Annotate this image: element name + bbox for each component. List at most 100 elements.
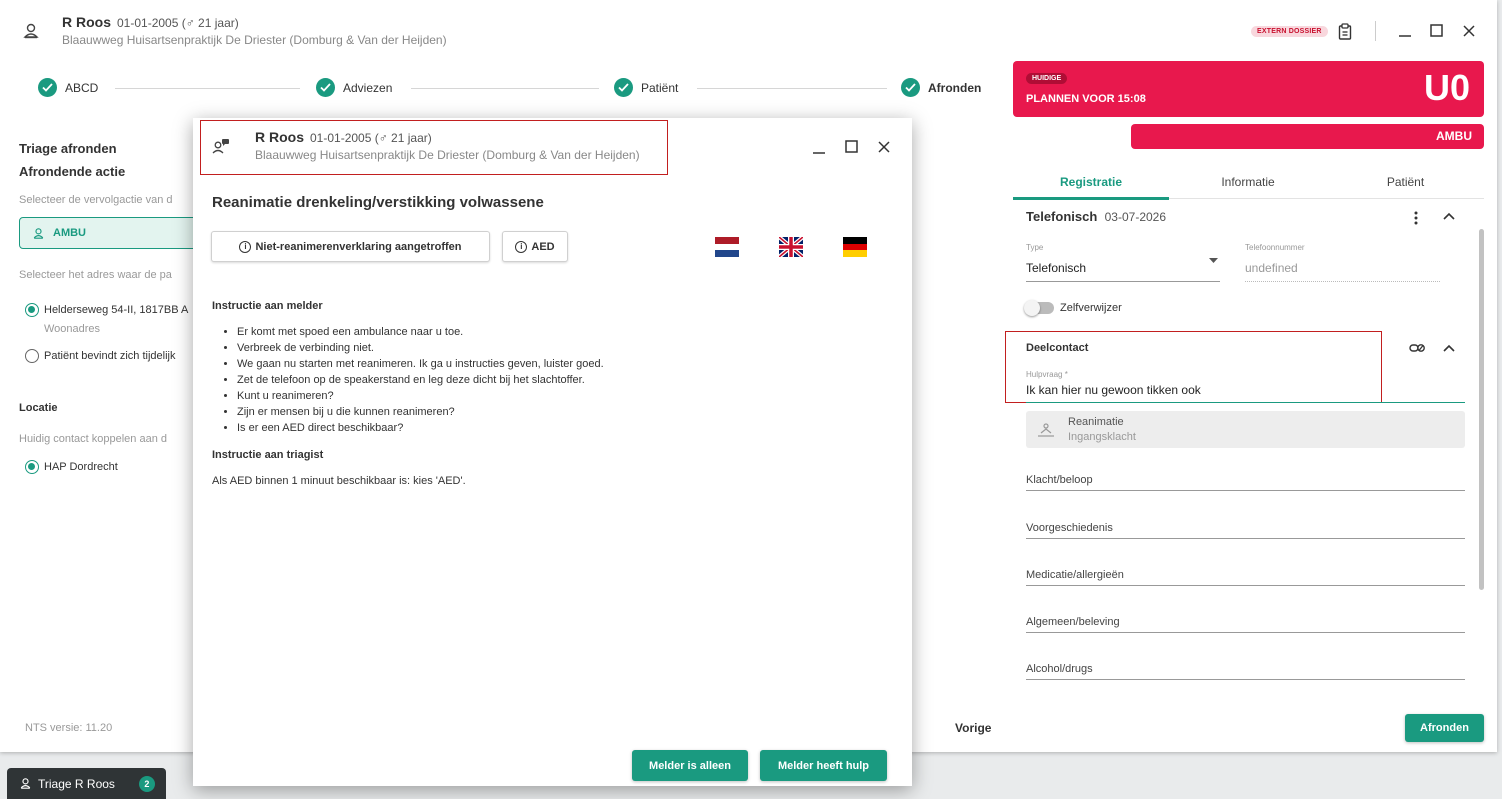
list-item: Zet de telefoon op de speakerstand en le… [237,372,604,388]
location-label: HAP Dordrecht [44,461,118,473]
dialog-minimize-icon[interactable] [812,141,826,155]
dialog-maximize-icon[interactable] [845,140,859,154]
klacht-field[interactable]: Klacht/beloop [1026,474,1093,486]
patient-icon [22,22,40,40]
flag-nl-icon[interactable] [715,237,739,257]
radio-selected[interactable] [25,460,39,474]
field-underline [1026,585,1465,586]
maximize-icon[interactable] [1430,24,1444,38]
extern-dossier-badge[interactable]: EXTERN DOSSIER [1251,26,1328,37]
step-connector [697,88,887,89]
complaint-chip[interactable]: Reanimatie Ingangsklacht [1026,411,1465,448]
followup-hint: Selecteer de vervolgactie van d [19,194,173,206]
address-radio-home[interactable]: Helderseweg 54-II, 1817BB A [25,303,188,317]
minimize-icon[interactable] [1398,24,1412,38]
flag-de-icon[interactable] [843,237,867,257]
list-item: Er komt met spoed een ambulance naar u t… [237,324,604,340]
step-label: ABCD [65,80,99,95]
patient-dob: 01-01-2005 (♂ 21 jaar) [117,16,239,30]
step-connector [411,88,599,89]
check-icon [316,78,335,97]
list-item: We gaan nu starten met reanimeren. Ik ga… [237,356,604,372]
algemeen-field[interactable]: Algemeen/beleving [1026,616,1120,628]
person-icon [20,778,31,789]
info-icon: i [515,240,528,253]
location-title: Locatie [19,402,58,414]
medicatie-field[interactable]: Medicatie/allergieën [1026,569,1124,581]
field-underline [1026,490,1465,491]
voorgeschiedenis-field[interactable]: Voorgeschiedenis [1026,522,1113,534]
list-item: Verbreek de verbinding niet. [237,340,604,356]
phone-input[interactable]: undefined [1245,261,1298,275]
scrollbar-thumb[interactable] [1479,229,1484,590]
patient-chat-icon [212,138,230,154]
previous-button[interactable]: Vorige [955,721,991,735]
check-icon [38,78,57,97]
reanimation-icon [1037,423,1055,437]
type-label: Type [1026,243,1044,252]
version-text: NTS versie: 11.20 [25,722,113,734]
dialog-close-icon[interactable] [878,141,890,153]
alcohol-field[interactable]: Alcohol/drugs [1026,663,1093,675]
urgency-banner: HUIDIGE PLANNEN VOOR 15:08 U0 [1013,61,1484,117]
hulpvraag-underline [1026,402,1465,403]
melder-alone-button[interactable]: Melder is alleen [632,750,748,781]
type-select[interactable]: Telefonisch [1026,261,1086,275]
melder-list: Er komt met spoed een ambulance naar u t… [223,324,604,436]
field-underline [1026,679,1465,680]
address-label: Helderseweg 54-II, 1817BB A [44,304,189,316]
triagist-text: Als AED binnen 1 minuut beschikbaar is: … [212,475,466,487]
more-vert-icon[interactable] [1413,211,1419,225]
ambu-option-label: AMBU [53,227,86,239]
left-subtitle: Afrondende actie [19,164,126,179]
dialog-patient-dob: 01-01-2005 (♂ 21 jaar) [310,131,432,145]
ambu-option[interactable]: AMBU [19,217,199,249]
tab-patient[interactable]: Patiënt [1327,175,1484,189]
info-icon: i [239,240,252,253]
chevron-up-icon[interactable] [1443,212,1455,220]
patient-header: R Roos 01-01-2005 (♂ 21 jaar) [62,14,239,30]
taskbar-triage-tab[interactable]: Triage R Roos 2 [7,768,166,799]
address-radio-temp[interactable]: Patiënt bevindt zich tijdelijk [25,349,175,363]
check-icon [614,78,633,97]
urgency-code: U0 [1423,67,1470,108]
dnr-button[interactable]: i Niet-reanimerenverklaring aangetroffen [211,231,490,262]
address-sub: Woonadres [44,323,101,335]
dialog-practice: Blaauwweg Huisartsenpraktijk De Driester… [255,148,640,162]
location-radio[interactable]: HAP Dordrecht [25,460,118,474]
step-label: Afronden [928,80,982,95]
phone-label: Telefoonnummer [1245,243,1305,252]
tab-registratie[interactable]: Registratie [1013,175,1169,189]
deelcontact-title: Deelcontact [1026,342,1089,354]
list-item: Is er een AED direct beschikbaar? [237,420,604,436]
tab-informatie[interactable]: Informatie [1169,175,1327,189]
dnr-button-label: Niet-reanimerenverklaring aangetroffen [255,240,462,253]
close-icon[interactable] [1462,24,1476,38]
temp-label: Patiënt bevindt zich tijdelijk [44,350,176,362]
flag-uk-icon[interactable] [779,237,803,257]
self-referrer-label: Zelfverwijzer [1060,302,1122,314]
toggle-track[interactable] [1024,300,1054,316]
chevron-up-icon[interactable] [1443,344,1455,352]
aed-button[interactable]: i AED [502,231,568,262]
address-hint: Selecteer het adres waar de pa [19,269,172,281]
tab-indicator [1013,197,1169,200]
contact-header: Telefonisch 03-07-2026 [1026,209,1166,224]
hulpvraag-input[interactable]: Ik kan hier nu gewoon tikken ook [1026,383,1201,397]
pills-icon[interactable] [1409,342,1425,354]
step-afronden[interactable]: Afronden [901,78,981,97]
melder-help-button[interactable]: Melder heeft hulp [760,750,887,781]
step-abcd[interactable]: ABCD [38,78,98,97]
clipboard-icon[interactable] [1338,23,1352,40]
step-patient[interactable]: Patiënt [614,78,678,97]
contact-date: 03-07-2026 [1104,210,1167,224]
list-item: Kunt u reanimeren? [237,388,604,404]
afronden-button[interactable]: Afronden [1405,714,1484,742]
dropdown-arrow-icon[interactable] [1209,258,1218,263]
self-referrer-toggle[interactable]: Zelfverwijzer [1024,300,1122,316]
plan-time: PLANNEN VOOR 15:08 [1026,93,1146,105]
field-underline [1026,538,1465,539]
radio-selected[interactable] [25,303,39,317]
radio-unselected[interactable] [25,349,39,363]
step-adviezen[interactable]: Adviezen [316,78,392,97]
